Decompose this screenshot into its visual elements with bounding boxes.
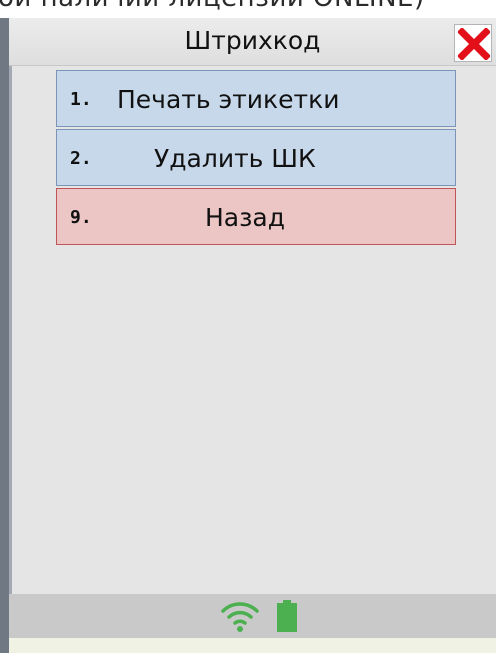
menu-item-label: Печать этикетки xyxy=(117,85,340,114)
menu-item-number: 2. xyxy=(70,148,92,169)
title-bar: Штрихкод xyxy=(9,18,496,66)
menu-item-number: 9. xyxy=(70,207,92,228)
wifi-icon xyxy=(221,602,259,632)
menu-item-back[interactable]: 9. Назад xyxy=(56,188,456,245)
close-button[interactable] xyxy=(454,24,492,62)
bottom-strip xyxy=(9,638,496,653)
close-x-icon xyxy=(458,28,490,60)
menu-item-label: Удалить ШК xyxy=(154,144,316,173)
menu-item-print-label[interactable]: 1. Печать этикетки xyxy=(56,70,456,127)
page: ой наличии лицензии ONLINE) Штрихкод 1. … xyxy=(0,0,496,653)
menu-list: 1. Печать этикетки 2. Удалить ШК 9. Наза… xyxy=(56,70,456,247)
status-bar xyxy=(9,594,496,638)
window-title: Штрихкод xyxy=(184,26,321,55)
menu-item-label: Назад xyxy=(205,203,286,232)
instruction-caption: ой наличии лицензии ONLINE) xyxy=(0,0,425,13)
menu-item-delete-barcode[interactable]: 2. Удалить ШК xyxy=(56,129,456,186)
menu-item-number: 1. xyxy=(70,89,92,110)
battery-icon xyxy=(277,600,297,632)
device-screen: Штрихкод 1. Печать этикетки 2. Удалить Ш… xyxy=(0,18,496,653)
